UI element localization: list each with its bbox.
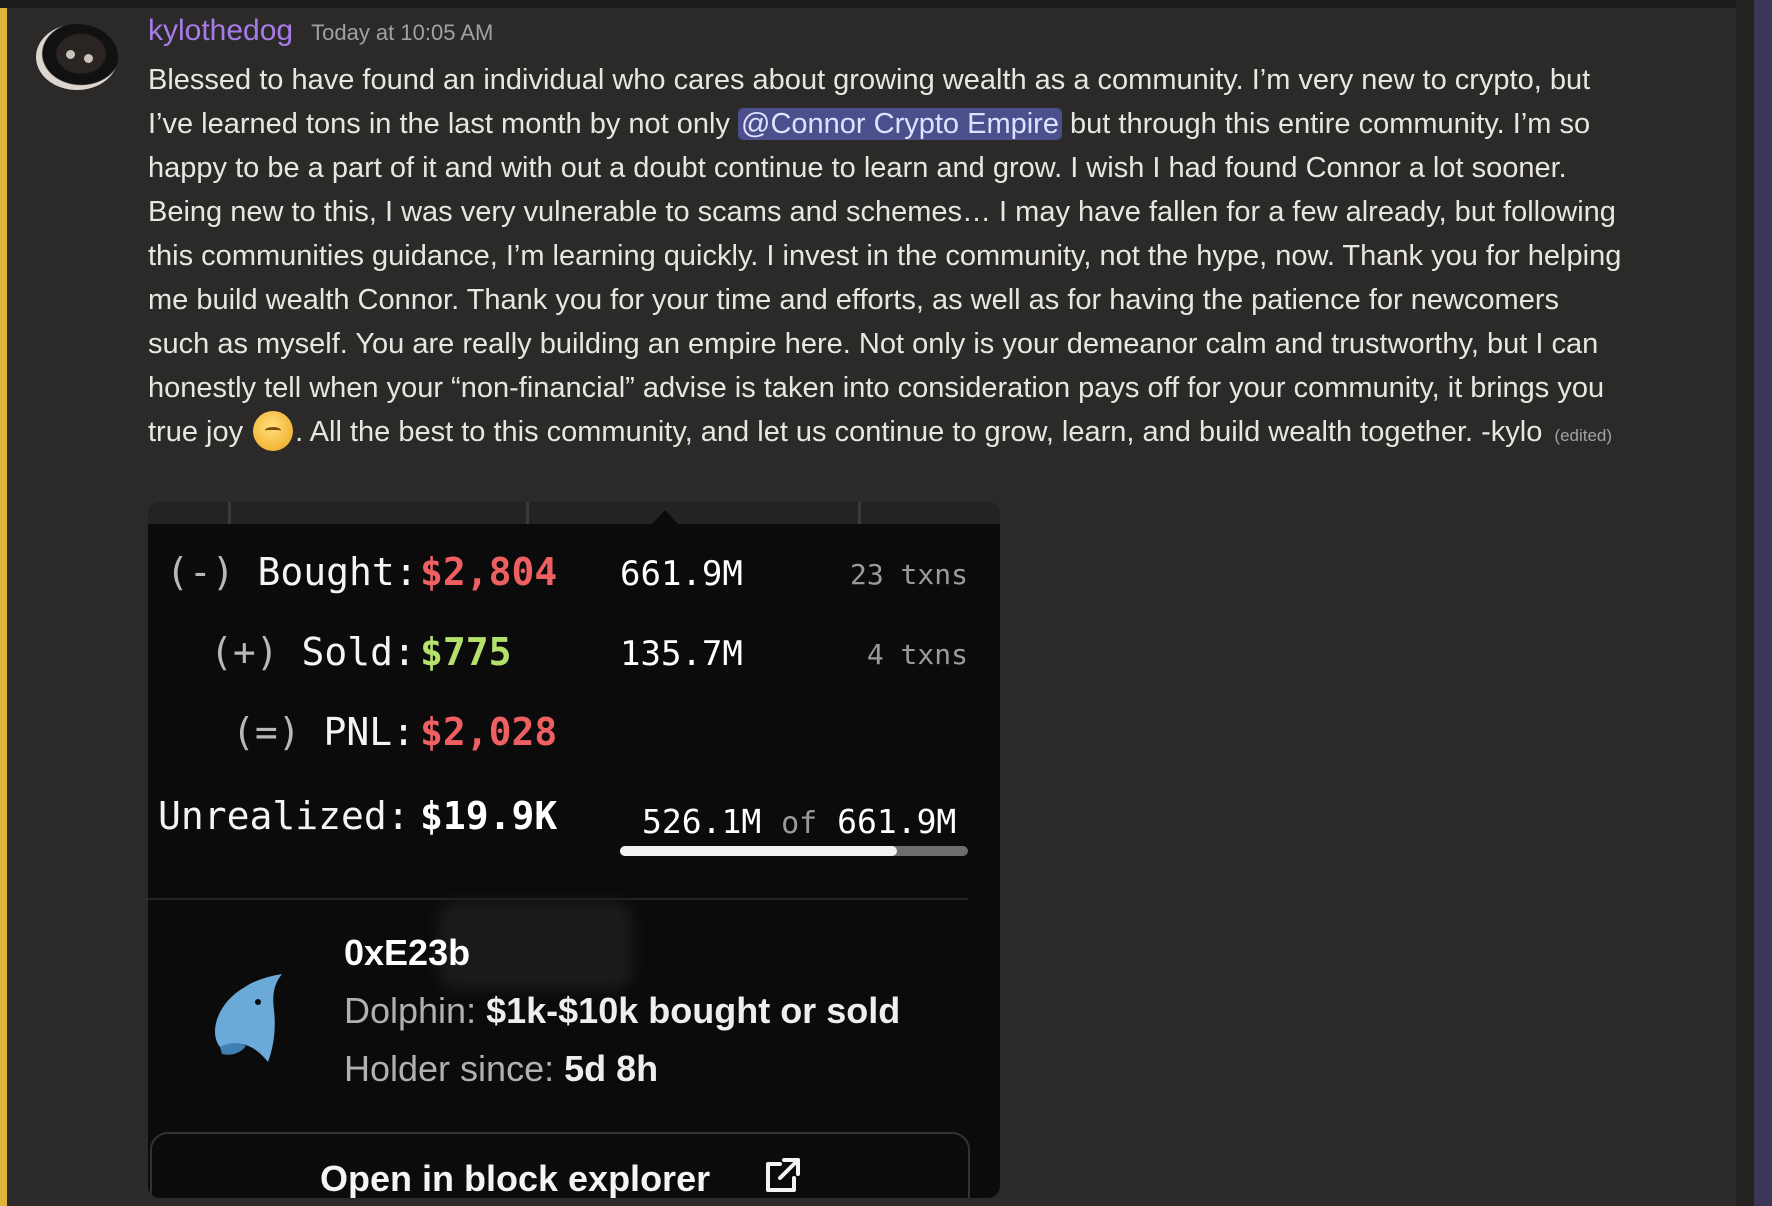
top-bar — [0, 0, 1772, 8]
holdings-progress-fill — [620, 846, 897, 856]
unrealized-label: Unrealized: — [158, 794, 410, 838]
holdings-progress-bar — [620, 846, 968, 856]
unrealized-value: $19.9K — [420, 794, 558, 838]
bought-amount: 661.9M — [620, 554, 743, 594]
tier-value: $1k-$10k bought or sold — [486, 990, 901, 1031]
wallet-image-embed[interactable]: (-) Bought: $2,804 661.9M 23 txns (+) So… — [148, 502, 1000, 1198]
holder-line: Holder since: 5d 8h — [344, 1048, 658, 1090]
sold-txns: 4 txns — [866, 638, 968, 671]
bought-value: $2,804 — [420, 550, 558, 594]
bought-txns: 23 txns — [849, 558, 968, 591]
total-amount: 661.9M — [837, 802, 957, 841]
embed-top-strip — [148, 502, 1000, 524]
message-text: . All the best to this community, and le… — [295, 416, 1543, 448]
saluting-face-icon[interactable] — [253, 411, 294, 451]
of-label: of — [781, 806, 818, 841]
open-block-explorer-button[interactable]: Open in block explorer — [150, 1132, 970, 1198]
sold-label: (+) Sold: — [210, 630, 416, 674]
message-header: kylothedog Today at 10:05 AM — [148, 14, 493, 54]
pnl-value: $2,028 — [420, 710, 558, 754]
bought-label: (-) Bought: — [166, 550, 418, 594]
holder-label: Holder since: — [344, 1048, 555, 1089]
tier-line: Dolphin: $1k-$10k bought or sold — [344, 990, 900, 1032]
sold-amount: 135.7M — [620, 634, 743, 674]
external-link-icon — [766, 1158, 800, 1192]
pointer-caret — [652, 510, 678, 524]
dolphin-icon — [214, 974, 282, 1062]
user-mention[interactable]: @Connor Crypto Empire — [738, 108, 1062, 140]
username[interactable]: kylothedog — [148, 14, 293, 48]
holdings-ratio: 526.1M of 661.9M — [642, 802, 1000, 841]
tier-label: Dolphin: — [344, 990, 477, 1031]
sold-value: $775 — [420, 630, 512, 674]
avatar[interactable] — [36, 24, 118, 90]
held-amount: 526.1M — [642, 802, 762, 841]
highlight-accent-bar — [0, 8, 7, 1206]
open-block-explorer-label: Open in block explorer — [320, 1158, 711, 1198]
holder-value: 5d 8h — [564, 1048, 659, 1089]
edited-label: (edited) — [1554, 426, 1613, 445]
pnl-label: (=) PNL: — [232, 710, 416, 754]
message-text: but through this entire community. I’m s… — [148, 108, 1622, 448]
scrollbar[interactable] — [1754, 0, 1772, 1206]
timestamp[interactable]: Today at 10:05 AM — [311, 20, 493, 46]
wallet-address: 0xE23b — [344, 932, 471, 973]
message-body: Blessed to have found an individual who … — [148, 58, 1628, 458]
